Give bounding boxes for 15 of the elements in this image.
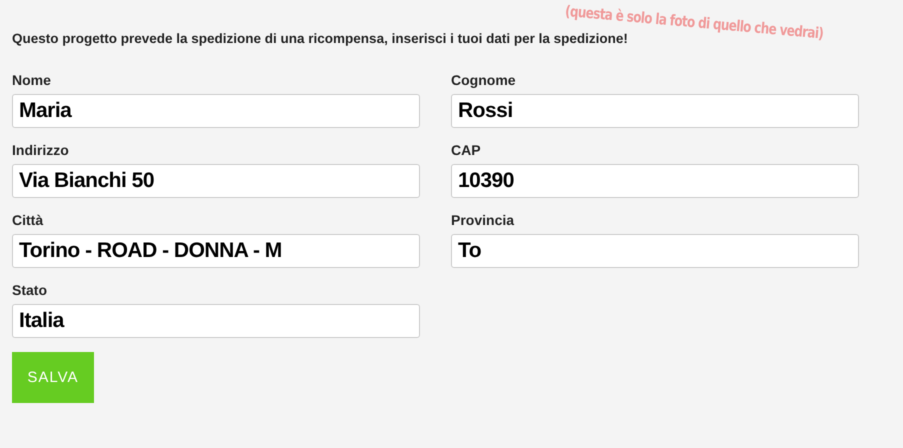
field-label: Nome — [12, 72, 51, 88]
input-field[interactable]: Torino - ROAD - DONNA - M — [12, 234, 420, 268]
input-field[interactable]: Rossi — [451, 94, 859, 128]
input-field[interactable]: To — [451, 234, 859, 268]
field-label: Città — [12, 212, 44, 228]
input-field[interactable]: Maria — [12, 94, 420, 128]
field-label: Indirizzo — [12, 142, 69, 158]
input-field[interactable]: Italia — [12, 304, 420, 338]
input-field[interactable]: 10390 — [451, 164, 859, 198]
intro-text: Questo progetto prevede la spedizione di una ricompensa, inserisci i tuoi dati per la spedizione! — [12, 31, 628, 46]
field-label: Cognome — [451, 72, 516, 88]
field-label: Provincia — [451, 212, 514, 228]
input-field[interactable]: Via Bianchi 50 — [12, 164, 420, 198]
field-label: Stato — [12, 282, 47, 298]
field-label: CAP — [451, 142, 481, 158]
